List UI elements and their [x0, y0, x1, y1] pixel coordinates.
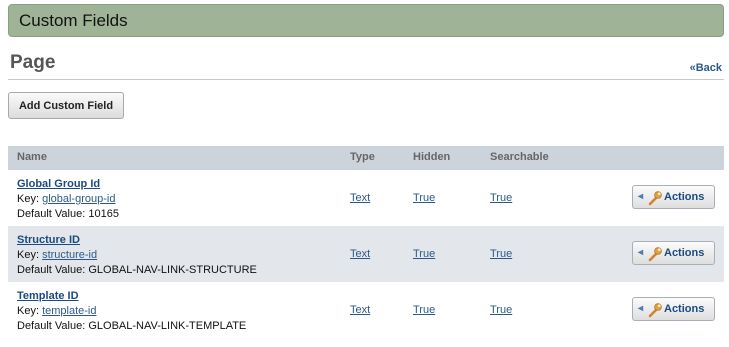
column-header-name: Name — [17, 151, 47, 163]
actions-button[interactable]: ◂ Actions — [632, 241, 715, 265]
chevron-left-icon: ◂ — [638, 303, 644, 314]
title-divider — [8, 79, 724, 80]
type-link[interactable]: Text — [350, 192, 370, 204]
hidden-link[interactable]: True — [413, 304, 435, 316]
default-value: 10165 — [88, 208, 119, 220]
column-header-type: Type — [350, 151, 375, 163]
table-row: Template ID Key: template-id Default Val… — [8, 282, 724, 338]
table-row: Global Group Id Key: global-group-id Def… — [8, 170, 724, 226]
page-title: Page — [10, 52, 56, 73]
field-key-link[interactable]: structure-id — [42, 249, 97, 261]
type-link[interactable]: Text — [350, 304, 370, 316]
back-link[interactable]: «Back — [690, 62, 722, 74]
field-key-link[interactable]: global-group-id — [42, 193, 115, 205]
type-link[interactable]: Text — [350, 248, 370, 260]
custom-fields-header: Custom Fields — [8, 4, 724, 37]
chevron-left-icon: ◂ — [638, 191, 644, 202]
searchable-link[interactable]: True — [490, 304, 512, 316]
wrench-icon — [648, 247, 662, 262]
field-default-value: Default Value: GLOBAL-NAV-LINK-STRUCTURE — [17, 264, 257, 276]
column-header-searchable: Searchable — [490, 151, 549, 163]
wrench-icon — [648, 303, 662, 318]
wrench-icon — [648, 191, 662, 206]
default-value-label: Default Value: — [17, 208, 86, 220]
panel-title: Custom Fields — [19, 11, 128, 30]
field-key: Key: global-group-id — [17, 193, 115, 205]
add-custom-field-button[interactable]: Add Custom Field — [8, 92, 124, 119]
hidden-link[interactable]: True — [413, 248, 435, 260]
field-name-link[interactable]: Structure ID — [17, 234, 80, 246]
actions-label: Actions — [664, 303, 705, 315]
actions-button[interactable]: ◂ Actions — [632, 185, 715, 209]
default-value: GLOBAL-NAV-LINK-TEMPLATE — [88, 320, 247, 332]
field-name-link[interactable]: Global Group Id — [17, 178, 100, 190]
field-default-value: Default Value: GLOBAL-NAV-LINK-TEMPLATE — [17, 320, 246, 332]
hidden-link[interactable]: True — [413, 192, 435, 204]
key-label: Key: — [17, 193, 40, 205]
actions-label: Actions — [664, 247, 705, 259]
field-key: Key: template-id — [17, 305, 97, 317]
table-header: Name Type Hidden Searchable — [8, 146, 724, 170]
actions-button[interactable]: ◂ Actions — [632, 297, 715, 321]
field-key: Key: structure-id — [17, 249, 97, 261]
key-label: Key: — [17, 249, 40, 261]
default-value-label: Default Value: — [17, 320, 86, 332]
actions-label: Actions — [664, 191, 705, 203]
searchable-link[interactable]: True — [490, 192, 512, 204]
column-header-hidden: Hidden — [413, 151, 451, 163]
field-name-link[interactable]: Template ID — [17, 290, 79, 302]
custom-fields-table: Name Type Hidden Searchable Global Group… — [8, 146, 724, 338]
searchable-link[interactable]: True — [490, 248, 512, 260]
chevron-left-icon: ◂ — [638, 247, 644, 258]
table-row: Structure ID Key: structure-id Default V… — [8, 226, 724, 282]
field-key-link[interactable]: template-id — [42, 305, 96, 317]
key-label: Key: — [17, 305, 40, 317]
default-value: GLOBAL-NAV-LINK-STRUCTURE — [88, 264, 257, 276]
field-default-value: Default Value: 10165 — [17, 208, 119, 220]
default-value-label: Default Value: — [17, 264, 86, 276]
